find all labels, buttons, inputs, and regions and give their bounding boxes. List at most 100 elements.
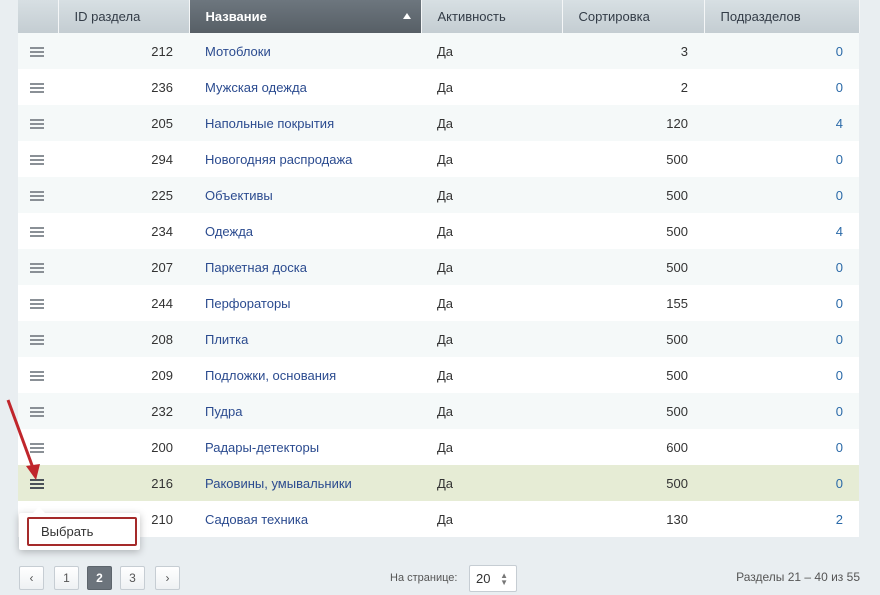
cell-name: Радары-детекторы	[189, 429, 421, 465]
table-row[interactable]: 234 Одежда Да 500 4	[18, 213, 859, 249]
page-2-button[interactable]: 2	[87, 566, 112, 590]
per-page-value: 20	[476, 571, 491, 586]
cell-id: 212	[151, 43, 173, 59]
cell-active: Да	[437, 223, 454, 239]
section-name-link[interactable]: Радары-детекторы	[205, 440, 319, 455]
cell-sort: 2	[680, 79, 688, 95]
cell-subsections[interactable]: 4	[704, 213, 859, 249]
header-sort[interactable]: Сортировка	[562, 0, 705, 33]
row-menu-icon[interactable]	[30, 82, 44, 94]
row-menu-icon[interactable]	[30, 262, 44, 274]
page-1-button[interactable]: 1	[54, 566, 79, 590]
table-row[interactable]: 236 Мужская одежда Да 2 0	[18, 69, 859, 105]
header-active[interactable]: Активность	[421, 0, 563, 33]
section-name-link[interactable]: Напольные покрытия	[205, 116, 334, 131]
section-name-link[interactable]: Плитка	[205, 332, 248, 347]
section-name-link[interactable]: Садовая техника	[205, 512, 308, 527]
section-name-link[interactable]: Мотоблоки	[205, 44, 271, 59]
table-row[interactable]: 205 Напольные покрытия Да 120 4	[18, 105, 859, 141]
cell-active: Да	[437, 403, 454, 419]
row-menu-cell[interactable]	[18, 213, 58, 249]
header-id[interactable]: ID раздела	[58, 0, 190, 33]
sections-table: ID раздела Название Активность Сортировк…	[18, 0, 860, 537]
cell-subsections[interactable]: 0	[704, 285, 859, 321]
cell-id: 209	[151, 367, 173, 383]
cell-active: Да	[437, 475, 454, 491]
table-row[interactable]: 210 Садовая техника Да 130 2	[18, 501, 859, 537]
cell-id: 225	[151, 187, 173, 203]
row-menu-cell[interactable]	[18, 357, 58, 393]
row-menu-cell[interactable]	[18, 105, 58, 141]
row-menu-icon[interactable]	[30, 46, 44, 58]
cell-subsections[interactable]: 2	[704, 501, 859, 537]
cell-sort: 3	[680, 43, 688, 59]
next-page-button[interactable]: ›	[155, 566, 180, 590]
page-3-button[interactable]: 3	[120, 566, 145, 590]
row-menu-cell[interactable]	[18, 33, 58, 69]
cell-subsections[interactable]: 4	[704, 105, 859, 141]
table-row[interactable]: 225 Объективы Да 500 0	[18, 177, 859, 213]
cell-active: Да	[437, 367, 454, 383]
table-row[interactable]: 232 Пудра Да 500 0	[18, 393, 859, 429]
row-menu-cell[interactable]	[18, 321, 58, 357]
row-menu-cell[interactable]	[18, 141, 58, 177]
cell-active: Да	[437, 43, 454, 59]
cell-active: Да	[437, 295, 454, 311]
row-menu-icon[interactable]	[30, 370, 44, 382]
row-menu-icon[interactable]	[30, 298, 44, 310]
cell-name: Плитка	[189, 321, 421, 357]
cell-id: 200	[151, 439, 173, 455]
row-menu-icon[interactable]	[30, 154, 44, 166]
table-row[interactable]: 208 Плитка Да 500 0	[18, 321, 859, 357]
cell-name: Напольные покрытия	[189, 105, 421, 141]
row-menu-icon[interactable]	[30, 118, 44, 130]
section-name-link[interactable]: Пудра	[205, 404, 242, 419]
cell-sort: 500	[666, 187, 688, 203]
cell-id: 244	[151, 295, 173, 311]
cell-sort: 500	[666, 259, 688, 275]
cell-sort: 600	[666, 439, 688, 455]
cell-subsections[interactable]: 0	[704, 357, 859, 393]
select-menu-item[interactable]: Выбрать	[27, 517, 137, 546]
row-menu-cell[interactable]	[18, 285, 58, 321]
table-row[interactable]: 294 Новогодняя распродажа Да 500 0	[18, 141, 859, 177]
cell-subsections[interactable]: 0	[704, 33, 859, 69]
cell-subsections[interactable]: 0	[704, 177, 859, 213]
cell-subsections[interactable]: 0	[704, 141, 859, 177]
cell-subsections[interactable]: 0	[704, 249, 859, 285]
cell-id: 236	[151, 79, 173, 95]
section-name-link[interactable]: Объективы	[205, 188, 273, 203]
row-menu-cell[interactable]	[18, 69, 58, 105]
section-name-link[interactable]: Подложки, основания	[205, 368, 336, 383]
table-row[interactable]: 200 Радары-детекторы Да 600 0	[18, 429, 859, 465]
prev-page-button[interactable]: ‹	[19, 566, 44, 590]
header-subsections[interactable]: Подразделов	[704, 0, 860, 33]
cell-subsections[interactable]: 0	[704, 393, 859, 429]
cell-subsections[interactable]: 0	[704, 321, 859, 357]
per-page-select[interactable]: 20 ▲ ▼	[469, 565, 517, 592]
table-row[interactable]: 216 Раковины, умывальники Да 500 0	[18, 465, 859, 501]
cell-sort: 500	[666, 475, 688, 491]
section-name-link[interactable]: Новогодняя распродажа	[205, 152, 352, 167]
cell-subsections[interactable]: 0	[704, 429, 859, 465]
table-row[interactable]: 244 Перфораторы Да 155 0	[18, 285, 859, 321]
row-menu-icon[interactable]	[30, 226, 44, 238]
header-name[interactable]: Название	[189, 0, 422, 33]
row-menu-icon[interactable]	[30, 334, 44, 346]
section-name-link[interactable]: Раковины, умывальники	[205, 476, 352, 491]
cell-active: Да	[437, 511, 454, 527]
cell-subsections[interactable]: 0	[704, 69, 859, 105]
cell-subsections[interactable]: 0	[704, 465, 859, 501]
table-row[interactable]: 212 Мотоблоки Да 3 0	[18, 33, 859, 69]
row-menu-cell[interactable]	[18, 177, 58, 213]
row-menu-cell[interactable]	[18, 249, 58, 285]
row-menu-icon[interactable]	[30, 190, 44, 202]
table-row[interactable]: 207 Паркетная доска Да 500 0	[18, 249, 859, 285]
cell-sort: 500	[666, 403, 688, 419]
table-row[interactable]: 209 Подложки, основания Да 500 0	[18, 357, 859, 393]
cell-id: 208	[151, 331, 173, 347]
section-name-link[interactable]: Мужская одежда	[205, 80, 307, 95]
section-name-link[interactable]: Перфораторы	[205, 296, 291, 311]
section-name-link[interactable]: Паркетная доска	[205, 260, 307, 275]
section-name-link[interactable]: Одежда	[205, 224, 253, 239]
